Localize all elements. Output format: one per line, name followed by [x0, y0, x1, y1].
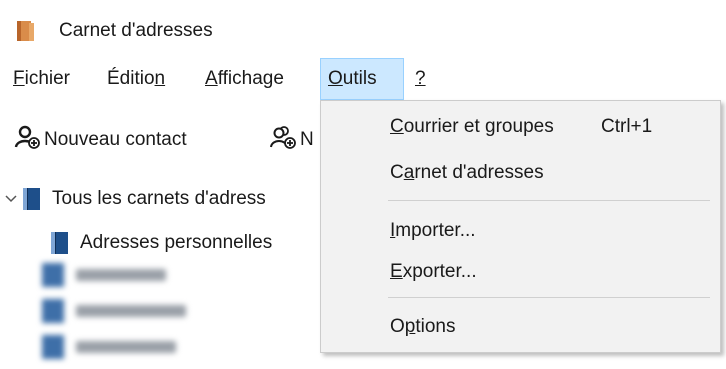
- label-accel: E: [390, 261, 403, 282]
- menu-accel: O: [328, 68, 343, 89]
- menu-label: ffichage: [217, 68, 284, 89]
- tree-item-label: Adresses personnelles: [80, 232, 273, 253]
- menu-accel: ?: [415, 68, 426, 89]
- label-part: xporter...: [402, 261, 477, 282]
- chevron-down-icon[interactable]: [4, 188, 18, 210]
- menu-separator: [388, 297, 710, 298]
- menu-item-shortcut: Ctrl+1: [601, 116, 653, 137]
- menu-accel: n: [154, 68, 166, 89]
- list-item[interactable]: [42, 260, 166, 290]
- label-part: ourrier et groupes: [403, 116, 554, 137]
- menu-item-label: Exporter...: [390, 252, 477, 292]
- address-book-tree: Tous les carnets d'adress Adresses perso…: [0, 180, 330, 369]
- label-part: tions: [415, 316, 456, 337]
- window-title: Carnet d'adresses: [59, 20, 213, 41]
- menu-item-exporter[interactable]: Exporter...: [321, 252, 720, 292]
- menu-item-label: Courrier et groupes: [390, 107, 554, 147]
- new-contact-button[interactable]: Nouveau contact: [14, 122, 187, 158]
- book-icon: [16, 20, 36, 42]
- add-group-icon: [270, 124, 300, 156]
- menu-label: utils: [342, 68, 377, 89]
- menu-label: Éditio: [107, 68, 155, 89]
- new-contact-label: Nouveau contact: [44, 129, 187, 150]
- contact-icon: [42, 299, 64, 323]
- menu-accel: F: [13, 68, 25, 89]
- address-book-icon: [22, 187, 42, 211]
- tree-item-personal[interactable]: Adresses personnelles: [50, 226, 272, 260]
- outils-dropdown-menu: Courrier et groupes Ctrl+1 Carnet d'adre…: [320, 100, 721, 353]
- title-bar: Carnet d'adresses: [0, 0, 726, 58]
- menu-label: ichier: [24, 68, 71, 89]
- app-window: Carnet d'adresses Fichier Édition Affich…: [0, 0, 726, 369]
- menu-accel: A: [205, 68, 218, 89]
- contact-icon: [42, 335, 64, 359]
- label-accel: C: [390, 116, 404, 137]
- menu-item-label: Carnet d'adresses: [390, 153, 544, 193]
- tree-item-all-books[interactable]: Tous les carnets d'adress: [4, 182, 266, 216]
- menu-item-label: Options: [390, 307, 456, 347]
- label-part: mporter...: [395, 220, 476, 241]
- label-accel: p: [404, 316, 416, 337]
- menu-item-courrier-groupes[interactable]: Courrier et groupes Ctrl+1: [321, 107, 720, 147]
- menu-outils[interactable]: Outils: [320, 58, 404, 100]
- menu-item-carnet-adresses[interactable]: Carnet d'adresses: [321, 153, 720, 193]
- redacted-text: [76, 341, 176, 353]
- menu-separator: [388, 200, 710, 201]
- label-part: C: [390, 162, 404, 183]
- label-accel: a: [403, 162, 415, 183]
- menu-affichage[interactable]: Affichage: [198, 58, 291, 100]
- label-part: O: [390, 316, 405, 337]
- label-part: rnet d'adresses: [414, 162, 544, 183]
- contact-icon: [42, 263, 64, 287]
- redacted-text: [76, 269, 166, 281]
- redacted-text: [76, 305, 186, 317]
- menu-edition[interactable]: Édition: [100, 58, 172, 100]
- menu-help[interactable]: ?: [408, 58, 433, 100]
- menu-item-options[interactable]: Options: [321, 307, 720, 347]
- list-item[interactable]: [42, 332, 176, 362]
- add-user-icon: [14, 124, 44, 156]
- menu-fichier[interactable]: Fichier: [6, 58, 77, 100]
- menu-item-importer[interactable]: Importer...: [321, 211, 720, 251]
- tree-item-label: Tous les carnets d'adress: [52, 188, 266, 209]
- menu-bar: Fichier Édition Affichage Outils ?: [0, 58, 726, 100]
- address-book-icon: [50, 231, 70, 255]
- list-item[interactable]: [42, 296, 186, 326]
- new-list-label-partial: N: [300, 129, 314, 150]
- new-list-button[interactable]: N: [270, 122, 314, 158]
- menu-item-label: Importer...: [390, 211, 476, 251]
